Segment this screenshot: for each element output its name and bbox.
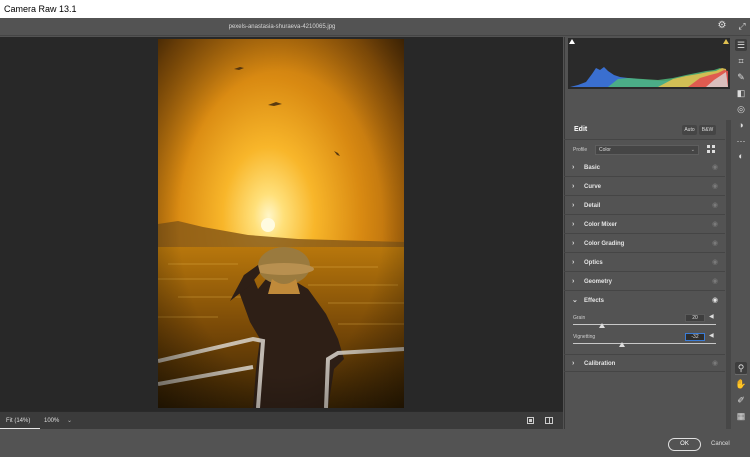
chevron-right-icon: › bbox=[572, 202, 575, 209]
presets-icon[interactable]: ◑ bbox=[735, 119, 747, 131]
window-title: Camera Raw 13.1 bbox=[0, 0, 750, 18]
visibility-eye-icon[interactable]: ◉ bbox=[712, 216, 718, 234]
section-label: Calibration bbox=[584, 361, 616, 367]
section-geometry[interactable]: › Geometry ◉ bbox=[564, 273, 725, 291]
grain-arrow-icon[interactable]: ◀ bbox=[709, 313, 714, 321]
visibility-eye-icon[interactable]: ◉ bbox=[712, 254, 718, 272]
zoom-dropdown-icon[interactable]: ⌄ bbox=[67, 412, 72, 430]
snapshots-icon[interactable]: ◐ bbox=[735, 150, 747, 162]
compare-view-icon[interactable] bbox=[545, 417, 553, 424]
top-bar: pexels-anastasia-shuraeva-4210065.jpg ⚙ … bbox=[0, 18, 750, 36]
dialog-footer: OK Cancel bbox=[0, 429, 750, 457]
color-sampler-icon[interactable]: ✐ bbox=[735, 394, 747, 406]
section-calibration[interactable]: › Calibration ◉ bbox=[564, 354, 725, 372]
grain-label: Grain bbox=[573, 315, 586, 321]
section-label: Color Grading bbox=[584, 241, 625, 247]
visibility-eye-icon[interactable]: ◉ bbox=[712, 197, 718, 215]
section-label: Curve bbox=[584, 184, 602, 190]
section-color-mixer[interactable]: › Color Mixer ◉ bbox=[564, 216, 725, 234]
vignetting-label: Vignetting bbox=[573, 334, 596, 340]
fullscreen-expand-icon[interactable]: ⤢ bbox=[736, 20, 748, 32]
chevron-right-icon: › bbox=[572, 183, 575, 190]
section-curve[interactable]: › Curve ◉ bbox=[564, 178, 725, 196]
profile-value: Color bbox=[599, 147, 611, 153]
image-canvas[interactable] bbox=[0, 37, 563, 411]
profile-label: Profile bbox=[573, 147, 588, 153]
hand-icon[interactable]: ✋ bbox=[735, 378, 747, 390]
vignetting-value-input[interactable]: -32 bbox=[685, 333, 705, 341]
vignetting-arrow-icon[interactable]: ◀ bbox=[709, 332, 714, 340]
file-name: pexels-anastasia-shuraeva-4210065.jpg bbox=[228, 24, 336, 30]
grain-slider-thumb[interactable] bbox=[599, 323, 605, 328]
zoom-level-button[interactable]: 100% bbox=[44, 412, 59, 430]
before-after-toggle-icon[interactable] bbox=[527, 417, 534, 424]
section-label: Optics bbox=[584, 260, 603, 266]
photo-preview bbox=[158, 39, 404, 408]
chevron-right-icon: › bbox=[572, 278, 575, 285]
ok-button[interactable]: OK bbox=[668, 438, 701, 451]
section-label: Detail bbox=[584, 203, 601, 209]
healing-brush-icon[interactable]: ✎ bbox=[735, 71, 747, 83]
histogram bbox=[568, 38, 730, 89]
black-white-button[interactable]: B&W bbox=[699, 125, 716, 135]
section-label: Geometry bbox=[584, 279, 613, 285]
chevron-right-icon: › bbox=[572, 164, 575, 171]
crop-icon[interactable]: ⌗ bbox=[735, 55, 747, 67]
section-label: Basic bbox=[584, 165, 601, 171]
chevron-right-icon: › bbox=[572, 259, 575, 266]
chevron-right-icon: › bbox=[572, 240, 575, 247]
section-label: Effects bbox=[584, 298, 605, 304]
masking-icon[interactable]: ◧ bbox=[735, 87, 747, 99]
auto-button[interactable]: Auto bbox=[682, 125, 697, 135]
profile-select[interactable]: Color ⌄ bbox=[595, 145, 699, 155]
chevron-right-icon: › bbox=[572, 360, 575, 367]
section-color-grading[interactable]: › Color Grading ◉ bbox=[564, 235, 725, 253]
section-optics[interactable]: › Optics ◉ bbox=[564, 254, 725, 272]
panel-scrollbar[interactable] bbox=[726, 120, 731, 429]
section-label: Color Mixer bbox=[584, 222, 618, 228]
section-detail[interactable]: › Detail ◉ bbox=[564, 197, 725, 215]
section-effects[interactable]: ⌄ Effects ◉ bbox=[564, 292, 725, 310]
grain-slider-track[interactable] bbox=[573, 324, 716, 325]
vignetting-slider-track[interactable] bbox=[573, 343, 716, 344]
visibility-eye-icon[interactable]: ◉ bbox=[712, 159, 718, 177]
chevron-down-icon: ⌄ bbox=[572, 297, 578, 304]
cancel-button[interactable]: Cancel bbox=[711, 438, 730, 451]
zoom-icon[interactable]: ⚲ bbox=[735, 362, 747, 374]
edit-sliders-icon[interactable]: ☰ bbox=[735, 39, 747, 51]
visibility-eye-icon[interactable]: ◉ bbox=[712, 235, 718, 253]
more-icon[interactable]: ⋯ bbox=[735, 135, 747, 147]
profile-browser-icon[interactable] bbox=[707, 145, 715, 153]
grid-icon[interactable]: ▦ bbox=[735, 410, 747, 422]
visibility-eye-icon[interactable]: ◉ bbox=[712, 292, 718, 310]
visibility-eye-icon[interactable]: ◉ bbox=[712, 355, 718, 373]
settings-gear-icon[interactable]: ⚙ bbox=[716, 20, 728, 32]
visibility-eye-icon[interactable]: ◉ bbox=[712, 178, 718, 196]
canvas-bottom-bar: Fit (14%) 100% ⌄ bbox=[0, 411, 563, 430]
visibility-eye-icon[interactable]: ◉ bbox=[712, 273, 718, 291]
tool-separator bbox=[735, 374, 747, 375]
edit-title: Edit bbox=[574, 126, 588, 133]
chevron-right-icon: › bbox=[572, 221, 575, 228]
grain-value-input[interactable]: 20 bbox=[685, 314, 705, 322]
vignetting-slider-thumb[interactable] bbox=[619, 342, 625, 347]
section-basic[interactable]: › Basic ◉ bbox=[564, 159, 725, 177]
chevron-down-icon: ⌄ bbox=[690, 147, 695, 153]
red-eye-icon[interactable]: ◎ bbox=[735, 103, 747, 115]
